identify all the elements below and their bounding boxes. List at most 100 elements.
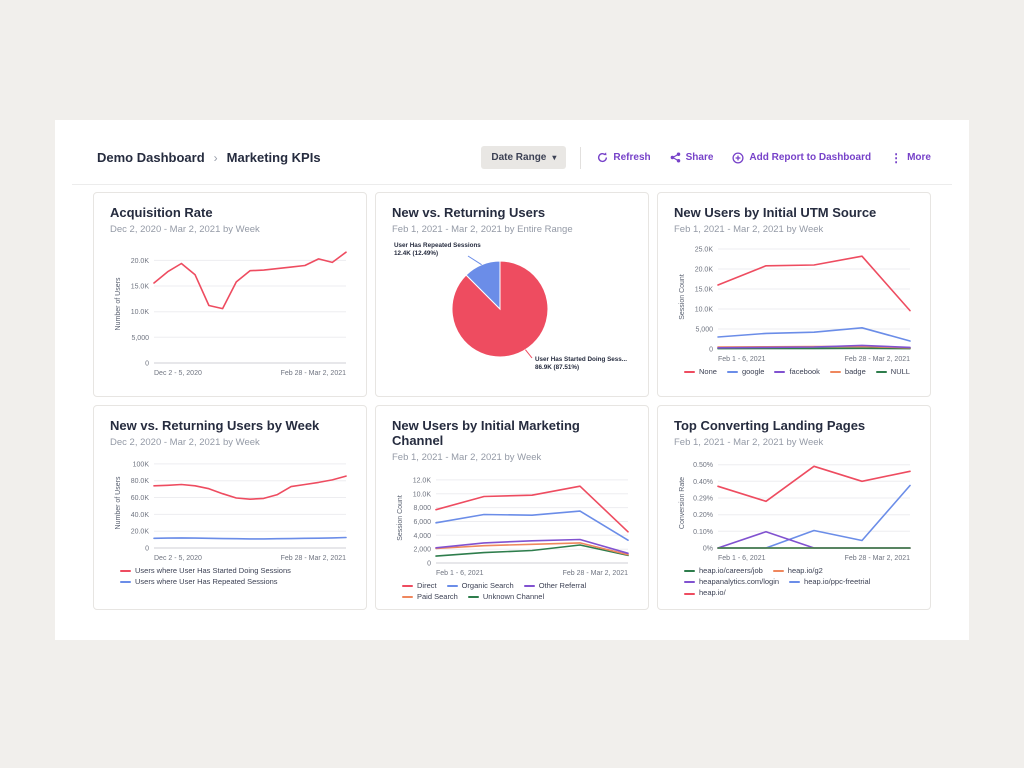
chart-canvas: 0%0.10%0.20%0.29%0.40%0.50%Feb 1 - 6, 20… — [674, 452, 914, 564]
legend-label: heap.io/ppc-freetrial — [804, 578, 870, 586]
legend-label: Other Referral — [539, 582, 587, 590]
chart-canvas: 020.0K40.0K60.0K80.0K100KDec 2 - 5, 2020… — [110, 452, 350, 564]
legend-item[interactable]: heap.io/ — [684, 589, 726, 597]
svg-text:User Has Repeated Sessions: User Has Repeated Sessions — [394, 242, 481, 249]
card-title: New vs. Returning Users — [392, 206, 632, 221]
plus-circle-icon — [732, 152, 744, 164]
svg-text:User Has Started Doing Sess...: User Has Started Doing Sess... — [535, 356, 627, 363]
svg-text:25.0K: 25.0K — [695, 246, 714, 253]
dashboard-canvas: Demo Dashboard › Marketing KPIs Date Ran… — [55, 120, 969, 640]
legend-item[interactable]: facebook — [774, 368, 819, 376]
legend-item[interactable]: heap.io/careers/job — [684, 567, 763, 575]
legend-label: heap.io/careers/job — [699, 567, 763, 575]
card-subtitle: Feb 1, 2021 - Mar 2, 2021 by Week — [674, 224, 914, 235]
svg-text:0: 0 — [145, 545, 149, 552]
breadcrumb: Demo Dashboard › Marketing KPIs — [97, 150, 321, 165]
report-card-acquisition-rate[interactable]: Acquisition Rate Dec 2, 2020 - Mar 2, 20… — [93, 192, 367, 397]
card-title: New Users by Initial UTM Source — [674, 206, 914, 221]
chevron-down-icon: ▾ — [552, 154, 556, 162]
svg-text:40.0K: 40.0K — [131, 512, 150, 519]
chart-canvas: 05,00010.0K15.0K20.0KDec 2 - 5, 2020Feb … — [110, 239, 350, 379]
legend-item[interactable]: heap.io/ppc-freetrial — [789, 578, 870, 586]
legend-item[interactable]: heapanalytics.com/login — [684, 578, 779, 586]
legend-label: None — [699, 368, 717, 376]
refresh-button[interactable]: Refresh — [597, 152, 650, 163]
card-title: Top Converting Landing Pages — [674, 419, 914, 434]
legend-item[interactable]: badge — [830, 368, 866, 376]
legend-item[interactable]: Users where User Has Repeated Sessions — [120, 578, 278, 586]
report-card-marketing-channel[interactable]: New Users by Initial Marketing Channel F… — [375, 405, 649, 610]
svg-text:0.29%: 0.29% — [693, 495, 713, 502]
svg-text:5,000: 5,000 — [131, 335, 149, 342]
add-report-button[interactable]: Add Report to Dashboard — [732, 152, 871, 164]
more-button[interactable]: ⋮ More — [890, 152, 931, 164]
add-report-label: Add Report to Dashboard — [749, 152, 871, 163]
legend-label: Paid Search — [417, 593, 458, 601]
svg-text:0.10%: 0.10% — [693, 529, 713, 536]
legend-item[interactable]: google — [727, 368, 765, 376]
legend-label: facebook — [789, 368, 819, 376]
svg-text:4,000: 4,000 — [413, 533, 431, 540]
breadcrumb-separator: › — [214, 151, 218, 165]
chart-canvas: 05,00010.0K15.0K20.0K25.0KFeb 1 - 6, 202… — [674, 239, 914, 365]
svg-text:0: 0 — [709, 346, 713, 353]
svg-text:60.0K: 60.0K — [131, 495, 150, 502]
svg-text:Feb 28 - Mar 2, 2021: Feb 28 - Mar 2, 2021 — [845, 555, 910, 562]
legend-item[interactable]: heap.io/g2 — [773, 567, 823, 575]
svg-text:0: 0 — [427, 560, 431, 567]
share-label: Share — [686, 152, 714, 163]
svg-text:Feb 28 - Mar 2, 2021: Feb 28 - Mar 2, 2021 — [281, 555, 346, 562]
svg-text:15.0K: 15.0K — [131, 283, 150, 290]
svg-text:6,000: 6,000 — [413, 519, 431, 526]
legend-item[interactable]: NULL — [876, 368, 910, 376]
svg-text:Number of Users: Number of Users — [115, 476, 122, 529]
chart-legend: Direct Organic Search Other Referral Paid S… — [402, 582, 632, 602]
toolbar-divider — [580, 147, 581, 169]
legend-item[interactable]: Other Referral — [524, 582, 587, 590]
svg-text:8,000: 8,000 — [413, 505, 431, 512]
share-icon — [670, 152, 681, 163]
refresh-label: Refresh — [613, 152, 650, 163]
legend-item[interactable]: Organic Search — [447, 582, 514, 590]
legend-item[interactable]: Users where User Has Started Doing Sessi… — [120, 567, 291, 575]
svg-text:Feb 28 - Mar 2, 2021: Feb 28 - Mar 2, 2021 — [281, 370, 346, 377]
report-card-utm-source[interactable]: New Users by Initial UTM Source Feb 1, 2… — [657, 192, 931, 397]
legend-item[interactable]: Paid Search — [402, 593, 458, 601]
svg-text:Dec 2 - 5, 2020: Dec 2 - 5, 2020 — [154, 370, 202, 377]
svg-text:Session Count: Session Count — [679, 274, 686, 320]
svg-text:12.4K (12.49%): 12.4K (12.49%) — [394, 250, 438, 257]
legend-item[interactable]: Direct — [402, 582, 437, 590]
chart-legend: None google facebook badge NULL — [684, 368, 914, 376]
card-subtitle: Feb 1, 2021 - Mar 2, 2021 by Entire Rang… — [392, 224, 632, 235]
svg-text:Feb 1 - 6, 2021: Feb 1 - 6, 2021 — [436, 570, 484, 577]
legend-label: heap.io/ — [699, 589, 726, 597]
chart-legend: Users where User Has Started Doing Sessi… — [120, 567, 350, 587]
legend-label: badge — [845, 368, 866, 376]
card-subtitle: Dec 2, 2020 - Mar 2, 2021 by Week — [110, 224, 350, 235]
svg-text:Number of Users: Number of Users — [115, 277, 122, 330]
legend-item[interactable]: Unknown Channel — [468, 593, 544, 601]
svg-text:12.0K: 12.0K — [413, 477, 432, 484]
legend-item[interactable]: None — [684, 368, 717, 376]
svg-text:100K: 100K — [133, 461, 150, 468]
legend-label: heap.io/g2 — [788, 567, 823, 575]
report-card-landing-pages[interactable]: Top Converting Landing Pages Feb 1, 2021… — [657, 405, 931, 610]
svg-text:Feb 1 - 6, 2021: Feb 1 - 6, 2021 — [718, 555, 766, 562]
date-range-button[interactable]: Date Range ▾ — [481, 146, 566, 169]
breadcrumb-parent[interactable]: Demo Dashboard — [97, 150, 205, 165]
chart-canvas: User Has Repeated Sessions12.4K (12.49%)… — [392, 239, 632, 379]
share-button[interactable]: Share — [670, 152, 714, 163]
svg-text:10.0K: 10.0K — [695, 306, 714, 313]
report-card-new-vs-returning[interactable]: New vs. Returning Users Feb 1, 2021 - Ma… — [375, 192, 649, 397]
legend-label: Users where User Has Repeated Sessions — [135, 578, 278, 586]
chart-canvas: 02,0004,0006,0008,00010.0K12.0KFeb 1 - 6… — [392, 467, 632, 579]
svg-text:Conversion Rate: Conversion Rate — [679, 477, 686, 529]
more-label: More — [907, 152, 931, 163]
svg-text:Session Count: Session Count — [397, 495, 404, 541]
svg-text:20.0K: 20.0K — [695, 266, 714, 273]
svg-text:10.0K: 10.0K — [131, 309, 150, 316]
svg-text:10.0K: 10.0K — [413, 491, 432, 498]
card-title: New Users by Initial Marketing Channel — [392, 419, 632, 449]
card-subtitle: Feb 1, 2021 - Mar 2, 2021 by Week — [674, 437, 914, 448]
report-card-new-vs-returning-by-week[interactable]: New vs. Returning Users by Week Dec 2, 2… — [93, 405, 367, 610]
